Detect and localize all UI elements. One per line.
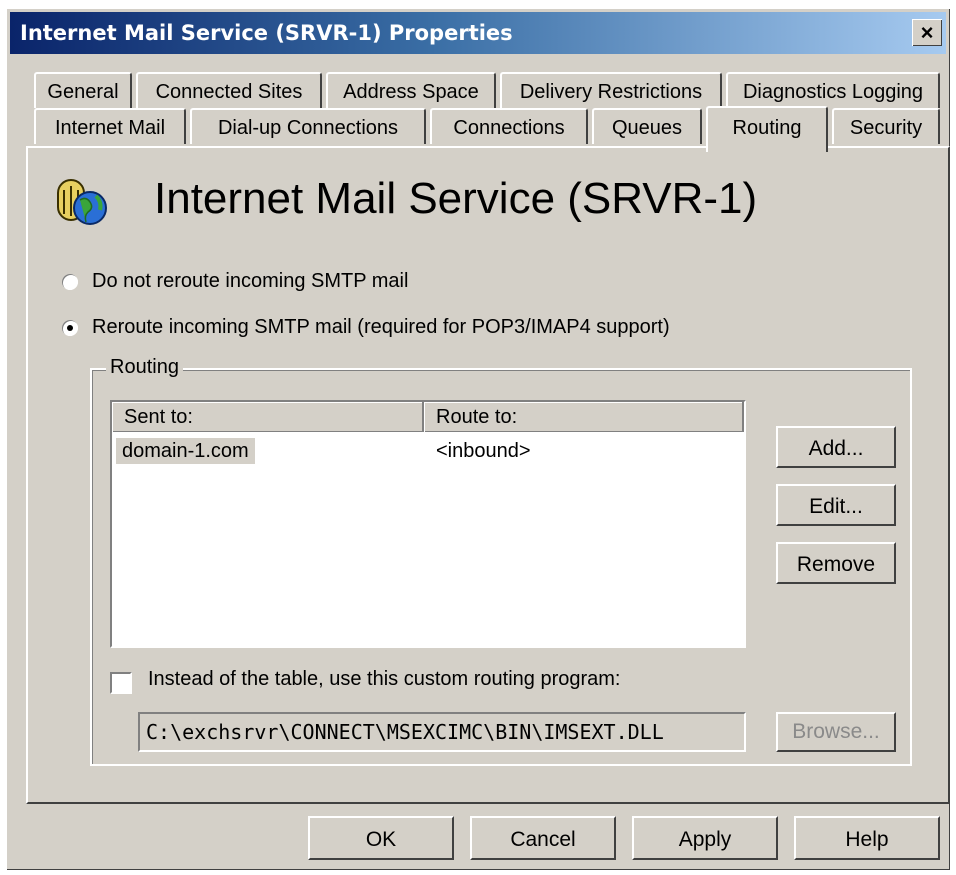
tab-internet-mail[interactable]: Internet Mail	[34, 108, 186, 144]
tab-address-space[interactable]: Address Space	[326, 72, 496, 108]
close-button[interactable]: ×	[912, 19, 942, 46]
column-header-route-to[interactable]: Route to:	[424, 402, 744, 432]
column-header-sent-to[interactable]: Sent to:	[112, 402, 424, 432]
title-bar: Internet Mail Service (SRVR-1) Propertie…	[10, 12, 946, 54]
tab-queues[interactable]: Queues	[592, 108, 702, 144]
add-button[interactable]: Add...	[776, 426, 896, 468]
tab-general[interactable]: General	[34, 72, 132, 108]
custom-routing-label: Instead of the table, use this custom ro…	[148, 668, 621, 690]
reroute-option[interactable]: Reroute incoming SMTP mail (required for…	[62, 316, 670, 339]
tab-delivery-restrictions[interactable]: Delivery Restrictions	[500, 72, 722, 108]
routing-table[interactable]: Sent to: Route to: domain-1.com <inbound…	[110, 400, 746, 648]
apply-button[interactable]: Apply	[632, 816, 778, 860]
cell-route-to: <inbound>	[436, 440, 531, 462]
no-reroute-label: Do not reroute incoming SMTP mail	[92, 270, 409, 292]
cell-sent-to: domain-1.com	[116, 438, 255, 464]
routing-group-label: Routing	[106, 356, 183, 379]
properties-dialog: Internet Mail Service (SRVR-1) Propertie…	[6, 8, 950, 870]
reroute-label: Reroute incoming SMTP mail (required for…	[92, 316, 670, 338]
edit-button[interactable]: Edit...	[776, 484, 896, 526]
routing-group: Routing Sent to: Route to: domain-1.com …	[90, 356, 912, 766]
ok-button[interactable]: OK	[308, 816, 454, 860]
custom-routing-checkbox[interactable]	[110, 672, 132, 694]
remove-button[interactable]: Remove	[776, 542, 896, 584]
no-reroute-option[interactable]: Do not reroute incoming SMTP mail	[62, 270, 408, 293]
service-title: Internet Mail Service (SRVR-1)	[154, 174, 758, 223]
help-button[interactable]: Help	[794, 816, 940, 860]
close-icon: ×	[920, 19, 934, 45]
tab-security[interactable]: Security	[832, 108, 940, 144]
globe-mail-icon	[57, 179, 107, 225]
custom-routing-path-field: C:\exchsrvr\CONNECT\MSEXCIMC\BIN\IMSEXT.…	[138, 712, 746, 752]
tab-routing[interactable]: Routing	[706, 106, 828, 152]
reroute-radio[interactable]	[62, 319, 78, 336]
browse-button: Browse...	[776, 712, 896, 752]
tab-connections[interactable]: Connections	[430, 108, 588, 144]
routing-panel: Internet Mail Service (SRVR-1) Do not re…	[26, 146, 950, 804]
tab-dial-up-connections[interactable]: Dial-up Connections	[190, 108, 426, 144]
tab-diagnostics-logging[interactable]: Diagnostics Logging	[726, 72, 940, 108]
no-reroute-radio[interactable]	[62, 273, 78, 290]
tab-connected-sites[interactable]: Connected Sites	[136, 72, 322, 108]
window-title: Internet Mail Service (SRVR-1) Propertie…	[20, 21, 513, 45]
cancel-button[interactable]: Cancel	[470, 816, 616, 860]
